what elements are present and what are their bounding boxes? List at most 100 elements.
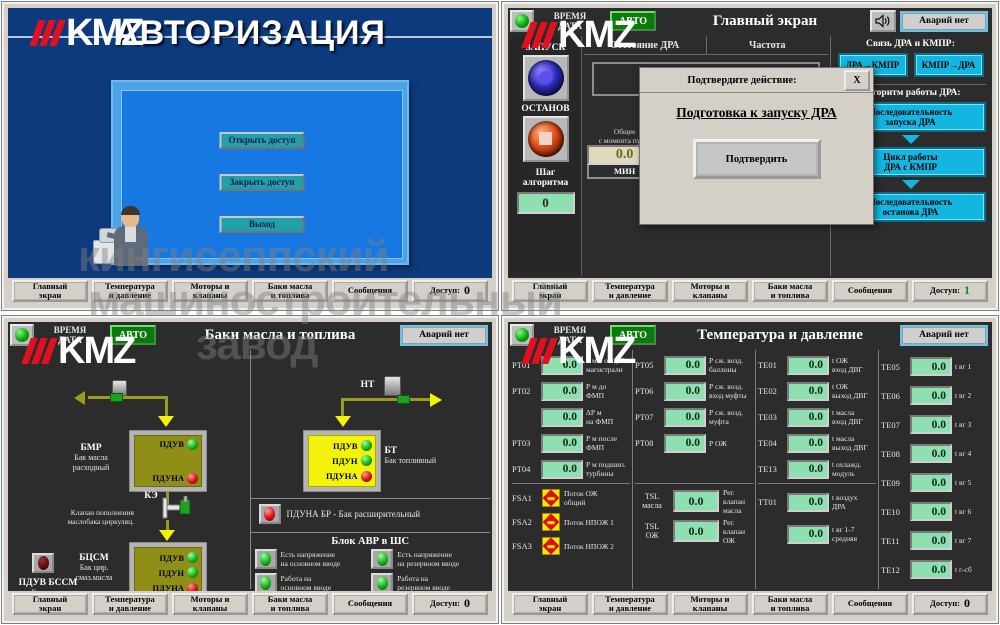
value: 0.0 xyxy=(541,407,583,427)
open-access-button[interactable]: Открыть доступ xyxy=(219,132,305,149)
desc: t вг 3 xyxy=(955,420,972,429)
nav-motors-valves[interactable]: Моторы и клапаны xyxy=(672,593,748,615)
nav-label-line2: и давление xyxy=(108,290,152,300)
nav-access-level[interactable]: Доступ: 1 xyxy=(912,280,988,302)
nav-access-level[interactable]: Доступ: 0 xyxy=(912,593,988,615)
measurement-row: TE01 0.0 t ОЖ вход ДВГ xyxy=(758,352,876,378)
nav-main-screen[interactable]: Главный экран xyxy=(512,593,588,615)
chevron-down-icon xyxy=(901,135,920,144)
measurement-row: TT01 0.0 t воздух ДРА xyxy=(758,486,876,518)
nav-access-level[interactable]: Доступ: 0 xyxy=(412,593,488,615)
nav-access-level[interactable]: Доступ: 0 xyxy=(412,280,488,302)
value: 0.0 xyxy=(910,473,952,492)
nav-main-screen[interactable]: Главный экран xyxy=(512,280,588,302)
drain-tank-lamp xyxy=(32,553,54,573)
flow-arrow-down-icon xyxy=(334,416,351,427)
tag: PT03 xyxy=(512,438,531,448)
tag: PT02 xyxy=(512,386,531,396)
measurement-row: PT08 0.0 Р ОЖ xyxy=(635,430,753,456)
operator-icon xyxy=(93,204,155,266)
nav-oil-fuel-tanks[interactable]: Баки масла и топлива xyxy=(752,280,828,302)
green-led-icon[interactable] xyxy=(510,324,534,346)
desc: t вг 1-7 средняя xyxy=(832,525,858,543)
nav-oil-fuel-tanks[interactable]: Баки масла и топлива xyxy=(252,280,328,302)
tag: TSL ОЖ xyxy=(644,522,660,540)
level-lamp-green-icon xyxy=(187,438,198,450)
measurement-row: TE03 0.0 t масла вход ДВГ xyxy=(758,404,876,430)
green-led-icon[interactable] xyxy=(10,324,34,346)
auth-card-inner: Открыть доступ Закрыть доступ Выход xyxy=(121,90,403,259)
nav-messages[interactable]: Сообщения xyxy=(332,593,408,615)
level-lamp-green-icon xyxy=(187,567,198,579)
status-lamp-green-icon xyxy=(376,552,388,566)
nav-main-screen[interactable]: Главный экран xyxy=(12,280,88,302)
exit-button[interactable]: Выход xyxy=(219,216,305,233)
flow-section: FSA1 Поток ОЖ общий FSA2 Поток НПОЖ 1 FSA… xyxy=(512,483,630,558)
close-icon[interactable]: X xyxy=(844,69,870,91)
nav-temperature-pressure[interactable]: Температура и давление xyxy=(92,593,168,615)
green-led-icon[interactable] xyxy=(510,10,534,32)
status-lamp-green-icon xyxy=(260,552,271,566)
nav-motors-valves[interactable]: Моторы и клапаны xyxy=(172,593,248,615)
avr-lamp xyxy=(371,549,394,569)
stop-label: ОСТАНОВ xyxy=(521,104,570,114)
value: 0.0 xyxy=(787,407,829,427)
kmpr-to-dra-button[interactable]: КМПР→ДРА xyxy=(913,53,984,77)
outlet-arrow-icon xyxy=(429,393,442,407)
desc: t ОЖ выход ДВГ xyxy=(832,382,868,400)
value: 0.0 xyxy=(787,433,829,453)
mode-auto-indicator[interactable]: АВТО xyxy=(610,11,656,31)
nav-oil-fuel-tanks[interactable]: Баки масла и топлива xyxy=(752,593,828,615)
tag: PT04 xyxy=(512,464,531,474)
mode-auto-indicator[interactable]: АВТО xyxy=(610,325,656,345)
time-date-display: ВРЕМЯ ДАТА xyxy=(53,325,87,345)
pipe-vertical xyxy=(340,398,344,418)
nav-oil-fuel-tanks[interactable]: Баки масла и топлива xyxy=(252,593,328,615)
value: 0.0 xyxy=(787,524,829,544)
tanks-hmi: ВРЕМЯ ДАТА АВТО Баки масла и топлива Ава… xyxy=(8,322,492,617)
nav-temperature-pressure[interactable]: Температура и давление xyxy=(592,280,668,302)
chevron-down-icon xyxy=(901,180,920,189)
control-column: ЗАПУСК ОСТАНОВ Шаг алгоритма 0 xyxy=(510,36,582,276)
level-lamp-dark-icon xyxy=(37,556,49,570)
pipe-horizontal xyxy=(409,398,432,401)
value: 0.0 xyxy=(664,407,706,427)
inlet-arrow-icon xyxy=(74,391,85,405)
mode-auto-indicator[interactable]: АВТО xyxy=(110,325,156,345)
nav-motors-valves[interactable]: Моторы и клапаны xyxy=(172,280,248,302)
close-access-button[interactable]: Закрыть доступ xyxy=(219,174,305,191)
measurement-row: TE11 0.0 t вг 7 xyxy=(881,526,988,555)
alarm-status-badge[interactable]: Аварий нет xyxy=(900,10,988,32)
nav-temperature-pressure[interactable]: Температура и давление xyxy=(592,593,668,615)
nt-label: НТ xyxy=(360,380,375,390)
fuel-side: НТ ПДУВ ПДУН ПДУНА БТ Бак топливный ПДУН… xyxy=(250,350,490,593)
nav-motors-valves[interactable]: Моторы и клапаны xyxy=(672,280,748,302)
nav-main-screen[interactable]: Главный экран xyxy=(12,593,88,615)
start-label: ЗАПУСК xyxy=(525,43,566,53)
desc: t г-сб xyxy=(955,565,972,574)
measurement-row: TE06 0.0 t вг 2 xyxy=(881,381,988,410)
desc: ΔР м на ФМП xyxy=(586,408,614,426)
nav-messages[interactable]: Сообщения xyxy=(832,280,908,302)
desc: t ОЖ вход ДВГ xyxy=(832,356,863,374)
flow-row: FSA3 Поток НПОЖ 2 xyxy=(512,534,630,558)
nav-temperature-pressure[interactable]: Температура и давление xyxy=(92,280,168,302)
alarm-status-badge[interactable]: Аварий нет xyxy=(900,324,988,346)
value: 0.0 xyxy=(787,355,829,375)
measurement-row: TE12 0.0 t г-сб xyxy=(881,555,988,584)
tag: TE02 xyxy=(758,386,777,396)
value: 0.0 xyxy=(664,355,706,375)
alarm-status-badge[interactable]: Аварий нет xyxy=(400,324,488,346)
avr-grid: Есть напряжение на основном вводе Есть на… xyxy=(251,549,491,593)
nav-messages[interactable]: Сообщения xyxy=(332,280,408,302)
start-button[interactable] xyxy=(522,55,569,101)
value: 0.0 xyxy=(910,386,952,405)
value: 0.0 xyxy=(787,459,829,479)
nav-messages[interactable]: Сообщения xyxy=(832,593,908,615)
pressure-column-1: PT01 0.0 Р м в общей магистрали PT02 0.0 … xyxy=(510,350,632,589)
speaker-icon[interactable] xyxy=(870,10,896,32)
stop-button[interactable] xyxy=(522,116,569,162)
desc: Рег. клапан масла xyxy=(723,487,745,515)
level-lamp-red-icon xyxy=(360,470,372,482)
confirm-button[interactable]: Подтвердить xyxy=(692,139,821,179)
